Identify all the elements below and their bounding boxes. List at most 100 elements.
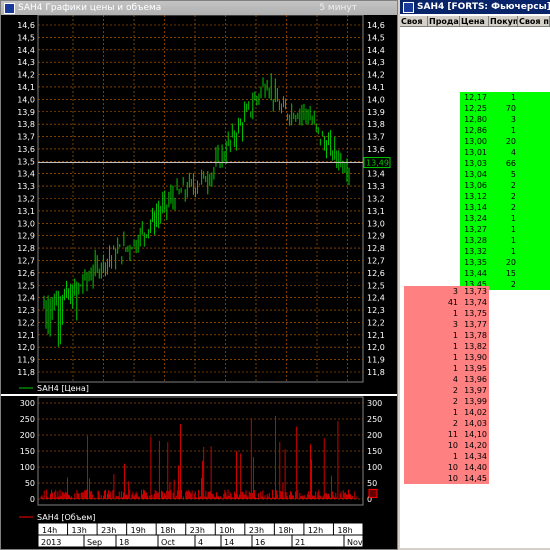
price-tick-left: 12,6 bbox=[17, 269, 35, 278]
price-tick-right: 12,4 bbox=[367, 294, 385, 303]
time-label: 18h bbox=[160, 526, 175, 535]
price-tick-right: 14,2 bbox=[367, 71, 385, 80]
bid-qty: 1 bbox=[510, 126, 516, 135]
ask-row[interactable]: 2 13,97 bbox=[404, 385, 489, 396]
ask-row[interactable]: 11 14,10 bbox=[404, 429, 489, 440]
bid-row[interactable]: 13,28 1 bbox=[460, 235, 550, 246]
ask-row[interactable]: 41 13,74 bbox=[404, 297, 489, 308]
ask-price: 13,99 bbox=[464, 397, 487, 406]
app-icon bbox=[4, 3, 15, 14]
column-header[interactable]: Своя bbox=[400, 16, 428, 27]
bid-row[interactable]: 13,14 2 bbox=[460, 202, 550, 213]
bid-qty: 20 bbox=[505, 258, 516, 267]
bid-row[interactable]: 13,32 1 bbox=[460, 246, 550, 257]
bid-row[interactable]: 13,00 20 bbox=[460, 136, 550, 147]
ask-row[interactable]: 1 13,95 bbox=[404, 363, 489, 374]
ask-row[interactable]: 3 13,77 bbox=[404, 319, 489, 330]
bid-row[interactable]: 13,44 15 bbox=[460, 268, 550, 279]
price-tick-left: 13,1 bbox=[17, 207, 35, 216]
bid-price: 13,12 bbox=[464, 192, 487, 201]
ask-row[interactable]: 1 14,02 bbox=[404, 407, 489, 418]
ask-row[interactable]: 10 14,45 bbox=[404, 473, 489, 484]
bid-row[interactable]: 13,12 2 bbox=[460, 191, 550, 202]
price-tick-left: 13,6 bbox=[17, 145, 35, 154]
price-volume-chart[interactable]: 14,6 14,6 14,5 14,5 14,4 14,4 14,3 14,3 14,2 14,2… bbox=[1, 15, 397, 549]
price-tick-right: 12,8 bbox=[367, 244, 385, 253]
bid-row[interactable]: 13,04 5 bbox=[460, 169, 550, 180]
bid-price: 12,25 bbox=[464, 104, 487, 113]
bid-price: 13,35 bbox=[464, 258, 487, 267]
date-label: 18 bbox=[119, 538, 129, 547]
ask-price: 13,75 bbox=[464, 309, 487, 318]
volume-tick-right: 200 bbox=[367, 431, 382, 440]
date-label: Nov bbox=[347, 538, 363, 547]
bid-qty: 2 bbox=[510, 192, 516, 201]
date-label: Oct bbox=[161, 538, 175, 547]
bid-price: 13,14 bbox=[464, 203, 487, 212]
time-label: 12h bbox=[308, 526, 323, 535]
column-header[interactable]: Покуп bbox=[489, 16, 518, 27]
ask-qty: 3 bbox=[452, 287, 458, 296]
volume-tick-left: 200 bbox=[20, 431, 35, 440]
ask-row[interactable]: 4 13,96 bbox=[404, 374, 489, 385]
volume-tick-left: 100 bbox=[20, 463, 35, 472]
bid-row[interactable]: 12,17 1 bbox=[460, 92, 550, 103]
ask-row[interactable]: 3 13,73 bbox=[404, 286, 489, 297]
price-tick-right: 13,7 bbox=[367, 133, 385, 142]
bid-row[interactable]: 13,27 1 bbox=[460, 224, 550, 235]
price-tick-right: 13,1 bbox=[367, 207, 385, 216]
bid-row[interactable]: 12,25 70 bbox=[460, 103, 550, 114]
date-label: Sep bbox=[87, 538, 102, 547]
bid-row[interactable]: 13,06 2 bbox=[460, 180, 550, 191]
volume-tick-left: 50 bbox=[25, 479, 35, 488]
price-tick-left: 13,3 bbox=[17, 182, 35, 191]
ask-price: 14,45 bbox=[464, 474, 487, 483]
price-tick-right: 12,6 bbox=[367, 269, 385, 278]
ask-price: 13,96 bbox=[464, 375, 487, 384]
book-title-bar[interactable]: SAH4 [FORTS: Фьючерсы] bbox=[400, 0, 550, 14]
bid-price: 13,06 bbox=[464, 181, 487, 190]
time-label: 19h bbox=[131, 526, 146, 535]
price-tick-right: 11,9 bbox=[367, 356, 385, 365]
bid-price: 13,27 bbox=[464, 225, 487, 234]
column-header[interactable]: Цена bbox=[460, 16, 489, 27]
ask-price: 13,73 bbox=[464, 287, 487, 296]
time-label: 23h bbox=[190, 526, 205, 535]
price-tick-left: 12,0 bbox=[17, 343, 35, 352]
bid-row[interactable]: 12,86 1 bbox=[460, 125, 550, 136]
bid-row[interactable]: 13,35 20 bbox=[460, 257, 550, 268]
price-tick-right: 14,6 bbox=[367, 21, 385, 30]
bid-row[interactable]: 13,01 4 bbox=[460, 147, 550, 158]
price-tick-left: 13,2 bbox=[17, 195, 35, 204]
bid-row[interactable]: 13,03 66 bbox=[460, 158, 550, 169]
price-tick-right: 12,1 bbox=[367, 331, 385, 340]
chart-title: SAH4 Графики цены и объема bbox=[18, 3, 162, 13]
price-tick-left: 13,5 bbox=[17, 157, 35, 166]
ask-qty: 4 bbox=[452, 375, 458, 384]
ask-row[interactable]: 1 13,90 bbox=[404, 352, 489, 363]
bid-row[interactable]: 13,24 1 bbox=[460, 213, 550, 224]
ask-qty: 1 bbox=[452, 452, 458, 461]
ask-row[interactable]: 1 13,75 bbox=[404, 308, 489, 319]
bid-qty: 20 bbox=[505, 137, 516, 146]
ask-row[interactable]: 2 13,99 bbox=[404, 396, 489, 407]
time-label: 23h bbox=[101, 526, 116, 535]
bid-row[interactable]: 12,80 3 bbox=[460, 114, 550, 125]
price-tick-left: 12,8 bbox=[17, 244, 35, 253]
chart-title-bar[interactable]: SAH4 Графики цены и объема 5 минут bbox=[1, 1, 397, 15]
timeframe-label: 5 минут bbox=[319, 3, 357, 13]
ask-row[interactable]: 2 14,03 bbox=[404, 418, 489, 429]
price-tick-left: 12,2 bbox=[17, 318, 35, 327]
ask-row[interactable]: 10 14,20 bbox=[404, 440, 489, 451]
column-header[interactable]: Прода bbox=[428, 16, 460, 27]
ask-qty: 3 bbox=[452, 320, 458, 329]
column-header[interactable]: Своя п bbox=[518, 16, 550, 27]
date-label: 4 bbox=[198, 538, 203, 547]
price-tick-right: 12,2 bbox=[367, 318, 385, 327]
ask-row[interactable]: 1 13,78 bbox=[404, 330, 489, 341]
ask-row[interactable]: 1 14,34 bbox=[404, 451, 489, 462]
time-label: 18h bbox=[278, 526, 293, 535]
ask-row[interactable]: 1 13,82 bbox=[404, 341, 489, 352]
ask-qty: 11 bbox=[447, 430, 458, 439]
ask-row[interactable]: 10 14,40 bbox=[404, 462, 489, 473]
